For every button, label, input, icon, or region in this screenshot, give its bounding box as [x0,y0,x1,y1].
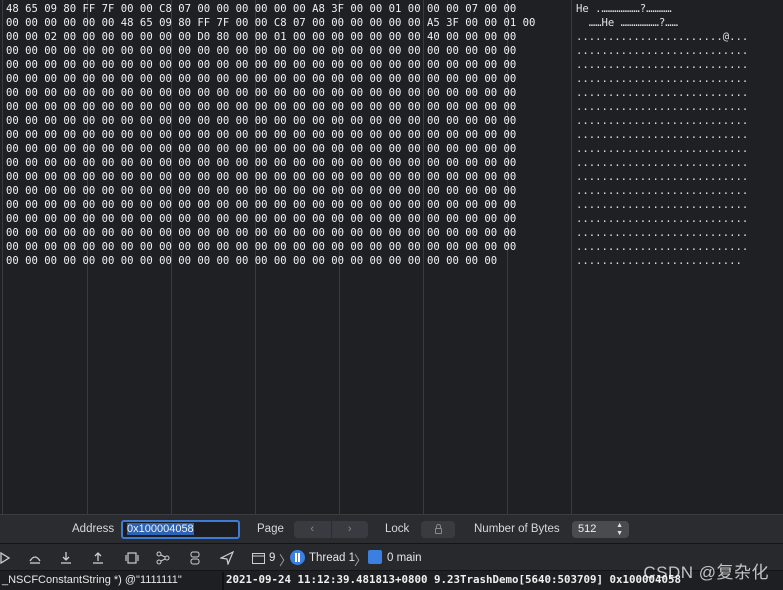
lock-icon-body [435,528,442,534]
hex-row[interactable]: 00 00 00 00 00 00 48 65 09 80 FF 7F 00 0… [6,16,535,30]
window-icon[interactable] [250,550,266,566]
hex-row[interactable]: 00 00 00 00 00 00 00 00 00 00 00 00 00 0… [6,198,516,212]
watermark: CSDN @复杂化 [643,563,769,582]
ascii-row[interactable]: .......................@... [576,30,748,44]
page-label: Page [257,523,284,535]
hex-row[interactable]: 00 00 00 00 00 00 00 00 00 00 00 00 00 0… [6,142,516,156]
hex-row[interactable]: 00 00 00 00 00 00 00 00 00 00 00 00 00 0… [6,72,516,86]
variable-value[interactable]: _NSCFConstantString *) @"1111111" [2,574,182,586]
ascii-row[interactable]: ........................... [576,170,748,184]
continue-icon[interactable] [0,550,13,566]
ascii-row[interactable]: ........................... [576,226,748,240]
simulate-location-icon[interactable] [219,550,235,566]
bytes-value: 512 [578,523,597,535]
ascii-row[interactable]: ........................... [576,58,748,72]
ascii-row[interactable]: ........................... [576,212,748,226]
variables-pane: _NSCFConstantString *) @"1111111" [0,572,222,590]
view-hierarchy-icon[interactable] [124,550,140,566]
user-frame-icon [368,550,382,564]
chevron-right-icon: 〉 [354,553,368,568]
column-divider [2,0,3,514]
ascii-row[interactable]: ……He ………………?…… [576,16,678,30]
ascii-row[interactable]: ........................... [576,72,748,86]
ascii-row[interactable]: ........................... [576,100,748,114]
bytes-select[interactable]: 512 ▲ ▼ [572,521,629,538]
step-into-icon[interactable] [58,550,74,566]
page-next-button[interactable]: › [330,521,369,538]
hex-row[interactable]: 00 00 00 00 00 00 00 00 00 00 00 00 00 0… [6,100,516,114]
frame-label[interactable]: 0 main [387,551,422,565]
lock-label: Lock [385,523,410,535]
hex-row[interactable]: 00 00 00 00 00 00 00 00 00 00 00 00 00 0… [6,128,516,142]
step-over-icon[interactable] [27,550,43,566]
step-out-icon[interactable] [90,550,106,566]
environment-overrides-icon[interactable] [187,550,203,566]
ascii-row[interactable]: He .………………?………… [576,2,672,16]
hex-row[interactable]: 00 00 00 00 00 00 00 00 00 00 00 00 00 0… [6,58,516,72]
hex-row[interactable]: 00 00 02 00 00 00 00 00 00 00 D0 80 00 0… [6,30,516,44]
ascii-row[interactable]: ........................... [576,114,748,128]
address-input[interactable]: 0x100004058 [121,520,240,539]
column-divider [571,0,572,514]
thread-label[interactable]: Thread 1 [309,551,355,565]
lock-button[interactable] [421,521,455,538]
hex-row[interactable]: 00 00 00 00 00 00 00 00 00 00 00 00 00 0… [6,44,516,58]
hex-row[interactable]: 00 00 00 00 00 00 00 00 00 00 00 00 00 0… [6,226,516,240]
page-stepper[interactable]: ‹ › [294,521,368,538]
address-value[interactable]: 0x100004058 [127,523,194,535]
hex-row[interactable]: 00 00 00 00 00 00 00 00 00 00 00 00 00 0… [6,114,516,128]
address-label: Address [72,523,115,535]
ascii-row[interactable]: ........................... [576,156,748,170]
ascii-row[interactable]: ........................... [576,86,748,100]
hex-row[interactable]: 00 00 00 00 00 00 00 00 00 00 00 00 00 0… [6,240,516,254]
ascii-row[interactable]: ........................... [576,198,748,212]
ascii-row[interactable]: ........................... [576,184,748,198]
chevron-updown-icon: ▲ ▼ [616,522,623,537]
hex-row[interactable]: 00 00 00 00 00 00 00 00 00 00 00 00 00 0… [6,212,516,226]
page-prev-button[interactable]: ‹ [294,521,331,538]
hex-row[interactable]: 00 00 00 00 00 00 00 00 00 00 00 00 00 0… [6,254,497,268]
hex-row[interactable]: 00 00 00 00 00 00 00 00 00 00 00 00 00 0… [6,184,516,198]
console-line: 2021-09-24 11:12:39.481813+0800 9.23Tras… [226,573,682,586]
hex-row[interactable]: 48 65 09 80 FF 7F 00 00 C8 07 00 00 00 0… [6,2,516,16]
ascii-row[interactable]: ........................... [576,44,748,58]
ascii-row[interactable]: ........................... [576,240,748,254]
hex-row[interactable]: 00 00 00 00 00 00 00 00 00 00 00 00 00 0… [6,156,516,170]
bytes-label: Number of Bytes [474,523,560,535]
frame-count[interactable]: 9 [269,551,275,565]
memory-graph-icon[interactable] [155,550,171,566]
ascii-row[interactable]: .......................... [576,254,742,268]
ascii-row[interactable]: ........................... [576,142,748,156]
memory-address-bar: Address 0x100004058 Page ‹ › Lock Number… [0,514,783,544]
hex-row[interactable]: 00 00 00 00 00 00 00 00 00 00 00 00 00 0… [6,170,516,184]
memory-view: 48 65 09 80 FF 7F 00 00 C8 07 00 00 00 0… [0,0,783,514]
thread-icon [290,550,305,565]
ascii-row[interactable]: ........................... [576,128,748,142]
hex-row[interactable]: 00 00 00 00 00 00 00 00 00 00 00 00 00 0… [6,86,516,100]
